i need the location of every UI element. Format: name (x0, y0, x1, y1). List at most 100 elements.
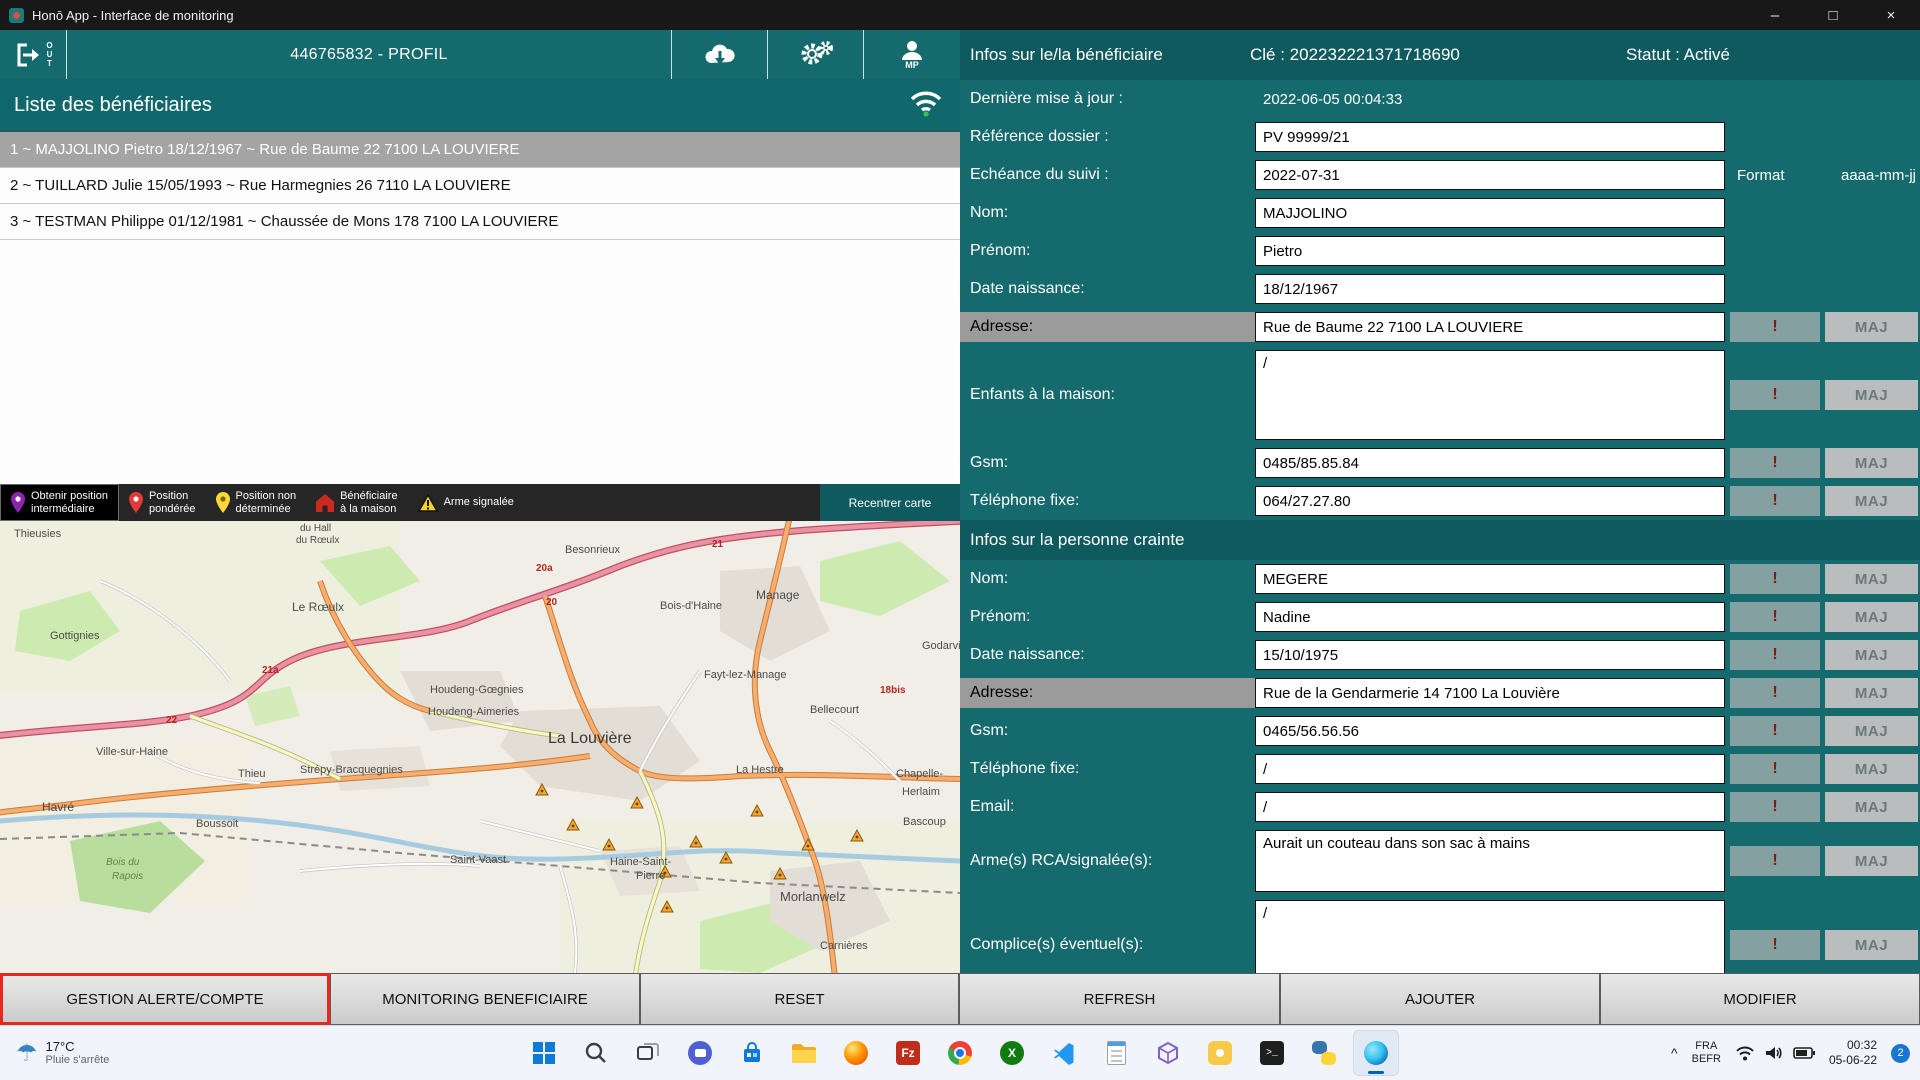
task-view-button[interactable] (625, 1030, 671, 1076)
accomplices-textarea[interactable]: / (1255, 900, 1725, 973)
minimize-button[interactable]: – (1746, 0, 1804, 30)
chrome-button[interactable] (937, 1030, 983, 1076)
maj-button[interactable]: MAJ (1825, 792, 1918, 822)
maj-button[interactable]: MAJ (1825, 930, 1918, 960)
warn-button[interactable]: ! (1730, 678, 1820, 708)
search-button[interactable] (573, 1030, 619, 1076)
filezilla-button[interactable]: Fz (885, 1030, 931, 1076)
manage-alert-account-button[interactable]: GESTION ALERTE/COMPTE (0, 973, 330, 1025)
language-indicator[interactable]: FRA BEFR (1692, 1040, 1721, 1066)
warn-button[interactable]: ! (1730, 716, 1820, 746)
svg-text:Besonrieux: Besonrieux (565, 544, 621, 556)
warn-button[interactable]: ! (1730, 448, 1820, 478)
3d-viewer-button[interactable] (1145, 1030, 1191, 1076)
feared-firstname-input[interactable] (1255, 602, 1725, 632)
warn-button[interactable]: ! (1730, 640, 1820, 670)
notification-badge[interactable]: 2 (1891, 1043, 1910, 1063)
modify-button[interactable]: MODIFIER (1600, 973, 1920, 1025)
python-button[interactable] (1301, 1030, 1347, 1076)
game-bar-button[interactable]: X (989, 1030, 1035, 1076)
feared-landline-input[interactable] (1255, 754, 1725, 784)
due-date-input[interactable] (1255, 160, 1725, 190)
svg-text:Herlaim: Herlaim (902, 786, 940, 798)
warn-button[interactable]: ! (1730, 792, 1820, 822)
close-button[interactable]: × (1862, 0, 1920, 30)
clock[interactable]: 00:32 05-06-22 (1829, 1038, 1877, 1068)
weapons-textarea[interactable]: Aurait un couteau dans son sac à mains (1255, 830, 1725, 892)
logout-button[interactable]: OUT (0, 30, 67, 79)
maj-button[interactable]: MAJ (1825, 380, 1918, 410)
address-input[interactable] (1255, 312, 1725, 342)
mp-user-button[interactable]: MP (864, 30, 960, 79)
maj-button[interactable]: MAJ (1825, 602, 1918, 632)
maj-button[interactable]: MAJ (1825, 564, 1918, 594)
file-explorer-button[interactable] (781, 1030, 827, 1076)
chat-button[interactable] (677, 1030, 723, 1076)
list-item[interactable]: 3 ~ TESTMAN Philippe 01/12/1981 ~ Chauss… (0, 204, 960, 240)
maj-button[interactable]: MAJ (1825, 754, 1918, 784)
vscode-button[interactable] (1041, 1030, 1087, 1076)
monitoring-beneficiary-button[interactable]: MONITORING BENEFICIAIRE (330, 973, 640, 1025)
warn-button[interactable]: ! (1730, 846, 1820, 876)
warn-button[interactable]: ! (1730, 602, 1820, 632)
landline-input[interactable] (1255, 486, 1725, 516)
list-item[interactable]: 1 ~ MAJJOLINO Pietro 18/12/1967 ~ Rue de… (0, 132, 960, 168)
tray-overflow-chevron[interactable]: ^ (1671, 1045, 1678, 1061)
feared-birthdate-input[interactable] (1255, 640, 1725, 670)
reference-input[interactable] (1255, 122, 1725, 152)
firefox-button[interactable] (833, 1030, 879, 1076)
maj-button[interactable]: MAJ (1825, 312, 1918, 342)
lastname-input[interactable] (1255, 198, 1725, 228)
children-textarea[interactable]: / (1255, 350, 1725, 440)
start-button[interactable] (521, 1030, 567, 1076)
store-button[interactable] (729, 1030, 775, 1076)
legend-get-intermediate-position[interactable]: Obtenir position intermédiaire (0, 484, 120, 521)
svg-text:Chapelle-: Chapelle- (896, 768, 943, 780)
firstname-input[interactable] (1255, 236, 1725, 266)
settings-button[interactable] (768, 30, 864, 79)
maj-button[interactable]: MAJ (1825, 846, 1918, 876)
notepad-button[interactable] (1093, 1030, 1139, 1076)
refresh-button[interactable]: REFRESH (959, 973, 1280, 1025)
maj-button[interactable]: MAJ (1825, 716, 1918, 746)
edge-button[interactable] (1353, 1030, 1399, 1076)
map-canvas[interactable]: Thieusies du Halldu Rœulx Besonrieux Manage… (0, 521, 960, 973)
feared-email-input[interactable] (1255, 792, 1725, 822)
warn-button[interactable]: ! (1730, 754, 1820, 784)
field-row: Téléphone fixe: ! MAJ (960, 482, 1920, 520)
warn-button[interactable]: ! (1730, 564, 1820, 594)
add-button[interactable]: AJOUTER (1280, 973, 1600, 1025)
store-icon (744, 1042, 760, 1062)
maj-button[interactable]: MAJ (1825, 486, 1918, 516)
reset-button[interactable]: RESET (640, 973, 959, 1025)
window-title: Honō App - Interface de monitoring (32, 7, 234, 23)
birthdate-input[interactable] (1255, 274, 1725, 304)
field-label: Gsm: (970, 722, 1009, 739)
cloud-download-icon (704, 44, 735, 65)
warn-button[interactable]: ! (1730, 380, 1820, 410)
warn-button[interactable]: ! (1730, 486, 1820, 516)
warn-button[interactable]: ! (1730, 930, 1820, 960)
maj-button[interactable]: MAJ (1825, 448, 1918, 478)
list-item[interactable]: 2 ~ TUILLARD Julie 15/05/1993 ~ Rue Harm… (0, 168, 960, 204)
feared-address-input[interactable] (1255, 678, 1725, 708)
volume-icon (1765, 1047, 1782, 1059)
gsm-input[interactable] (1255, 448, 1725, 478)
terminal-button[interactable]: >_ (1249, 1030, 1295, 1076)
maj-button[interactable]: MAJ (1825, 678, 1918, 708)
tray-status-icons[interactable] (1735, 1045, 1815, 1061)
field-label: Gsm: (970, 454, 1009, 471)
maximize-button[interactable]: □ (1804, 0, 1862, 30)
field-label: Email: (970, 798, 1015, 815)
paint-button[interactable] (1197, 1030, 1243, 1076)
feared-lastname-input[interactable] (1255, 564, 1725, 594)
left-toolbar: OUT 446765832 - PROFIL MP (0, 30, 960, 79)
download-button[interactable] (672, 30, 768, 79)
person-icon (902, 40, 922, 60)
profile-label: 446765832 - PROFIL (67, 30, 672, 79)
maj-button[interactable]: MAJ (1825, 640, 1918, 670)
warn-button[interactable]: ! (1730, 312, 1820, 342)
recenter-map-button[interactable]: Recentrer carte (820, 484, 960, 521)
legend-label: à la maison (340, 502, 397, 515)
feared-gsm-input[interactable] (1255, 716, 1725, 746)
